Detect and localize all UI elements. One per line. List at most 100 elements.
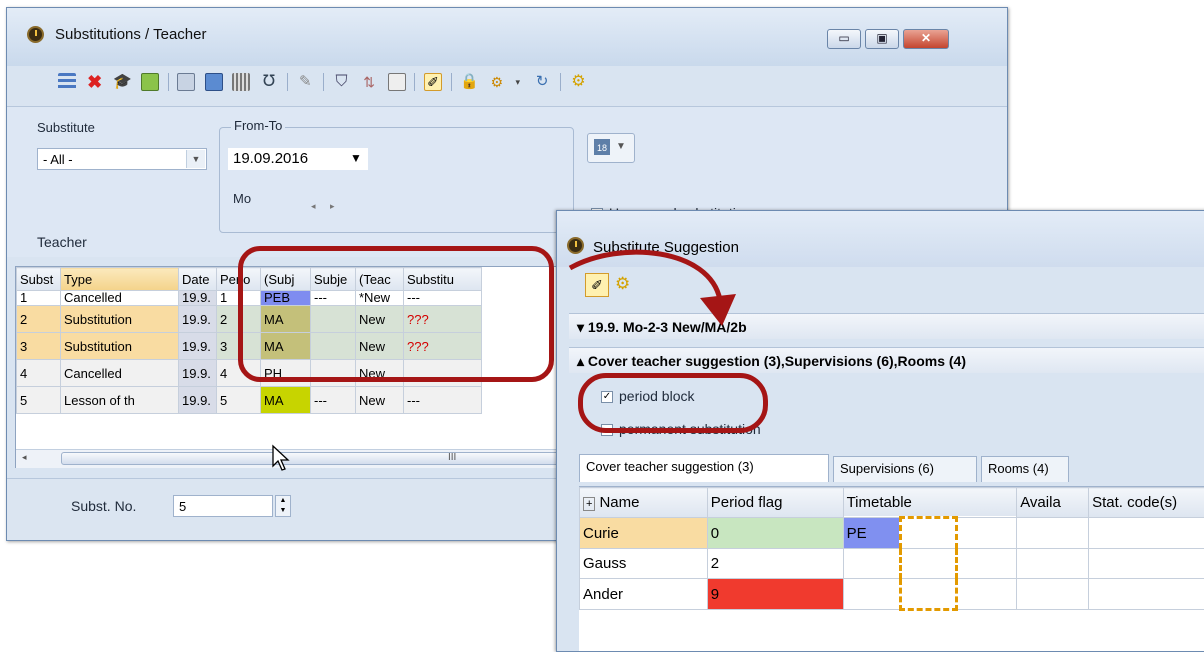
timetable-slot[interactable] [957, 549, 1017, 579]
list-icon[interactable] [58, 73, 76, 91]
scrollbar-thumb[interactable] [61, 452, 561, 465]
subst-cell[interactable]: 4 [17, 360, 61, 387]
tab-cover-teacher[interactable]: Cover teacher suggestion (3) [579, 454, 829, 482]
date-cell[interactable]: 19.9. [179, 387, 217, 414]
table-row[interactable]: Curie 0 PE [580, 518, 1204, 549]
substitute-cell[interactable]: --- [404, 387, 482, 414]
wand-icon[interactable]: ✎ [296, 73, 314, 91]
table-row[interactable]: 5 Lesson of th 19.9. 5 MA --- New --- [17, 387, 482, 414]
subst-cell[interactable]: 1 [17, 291, 61, 306]
subst-no-spinner[interactable]: ▲▼ [275, 495, 291, 517]
chevron-down-icon[interactable]: ▼ [186, 150, 205, 168]
date-cell[interactable]: 19.9. [179, 333, 217, 360]
stat-code-cell[interactable] [1089, 579, 1204, 610]
export-icon[interactable] [141, 73, 159, 91]
calendar-button[interactable]: 18 ▼ [587, 133, 635, 163]
period-flag-cell[interactable]: 2 [707, 549, 843, 579]
subject-cell[interactable]: --- [311, 387, 356, 414]
print-preview-icon[interactable] [177, 73, 195, 91]
column-header[interactable]: Subst [17, 268, 61, 291]
chevron-down-icon[interactable]: ▼ [350, 151, 362, 165]
column-header[interactable]: Period flag [707, 488, 843, 518]
table-row[interactable]: Gauss 2 [580, 549, 1204, 579]
toolbar-separator [323, 73, 324, 91]
name-cell[interactable]: Curie [580, 518, 708, 549]
name-cell[interactable]: Ander [580, 579, 708, 610]
type-cell[interactable]: Cancelled [61, 291, 179, 306]
period-cell[interactable]: 5 [217, 387, 261, 414]
timetable-slot[interactable] [901, 518, 957, 549]
chevron-down-icon[interactable]: ▾ [516, 73, 524, 91]
scroll-left-icon[interactable]: ◂ [22, 452, 27, 463]
sort-icon[interactable]: ⇅ [360, 73, 378, 91]
timetable-cell[interactable] [843, 549, 901, 579]
timetable-cell[interactable] [843, 579, 901, 610]
period-flag-cell[interactable]: 9 [707, 579, 843, 610]
close-button[interactable]: ✕ [903, 29, 949, 49]
horizontal-scrollbar[interactable]: ◂ III [16, 449, 576, 468]
mouse-pointer-icon [271, 444, 293, 472]
availability-cell[interactable] [1017, 549, 1089, 579]
settings-document-icon[interactable]: ⚙ [488, 73, 506, 91]
timetable-cell[interactable]: PE [843, 518, 901, 549]
gear-icon[interactable]: ⚙ [569, 73, 587, 91]
date-cell[interactable]: 19.9. [179, 291, 217, 306]
teacher-old-cell[interactable]: New [356, 387, 404, 414]
lock-icon[interactable]: 🔒 [460, 73, 478, 91]
substitute-suggestion-icon[interactable]: ✐ [424, 73, 442, 91]
timetable-slot[interactable] [957, 579, 1017, 610]
expand-icon[interactable]: + [583, 497, 595, 511]
minimize-button[interactable]: ▭ [827, 29, 861, 49]
stat-code-cell[interactable] [1089, 518, 1204, 549]
toolbar-separator [451, 73, 452, 91]
from-to-group [219, 127, 574, 233]
period-block-highlight-ring [578, 373, 768, 433]
cover-section-header[interactable]: ▴ Cover teacher suggestion (3),Supervisi… [569, 347, 1204, 373]
filter-icon[interactable]: ⛉ [333, 73, 351, 91]
column-header[interactable]: Type [61, 268, 179, 291]
date-cell[interactable]: 19.9. [179, 306, 217, 333]
stethoscope-icon[interactable]: ℧ [260, 73, 278, 91]
from-to-label: From-To [231, 118, 285, 133]
name-cell[interactable]: Gauss [580, 549, 708, 579]
table-row[interactable]: Ander 9 [580, 579, 1204, 610]
date-picker[interactable]: 19.09.2016 ▼ [228, 148, 368, 170]
column-header[interactable]: Availa [1017, 488, 1089, 518]
period-flag-cell[interactable]: 0 [707, 518, 843, 549]
substitute-select[interactable]: - All - ▼ [37, 148, 207, 170]
subst-cell[interactable]: 5 [17, 387, 61, 414]
type-cell[interactable]: Substitution [61, 333, 179, 360]
delete-icon[interactable]: ✖ [86, 73, 104, 91]
timetable-slot[interactable] [901, 549, 957, 579]
timetable-slot[interactable] [957, 518, 1017, 549]
maximize-button[interactable]: ▣ [865, 29, 899, 49]
graduation-cap-icon[interactable]: 🎓 [113, 73, 131, 91]
date-cell[interactable]: 19.9. [179, 360, 217, 387]
column-header[interactable]: Date [179, 268, 217, 291]
type-cell[interactable]: Lesson of th [61, 387, 179, 414]
toolbar-separator [414, 73, 415, 91]
column-header[interactable]: + Name [580, 488, 708, 518]
calculator-icon[interactable] [232, 73, 250, 91]
tab-rooms[interactable]: Rooms (4) [981, 456, 1069, 482]
table-header-row: + Name Period flag Timetable Availa Stat.… [580, 488, 1204, 518]
refresh-icon[interactable]: ↻ [533, 73, 551, 91]
column-header[interactable]: Timetable [843, 488, 1017, 518]
type-cell[interactable]: Substitution [61, 306, 179, 333]
subst-no-input[interactable]: 5 [173, 495, 273, 517]
subject-old-cell[interactable]: MA [261, 387, 311, 414]
availability-cell[interactable] [1017, 579, 1089, 610]
table-format-icon[interactable] [388, 73, 406, 91]
name-header: Name [599, 494, 639, 511]
subst-cell[interactable]: 3 [17, 333, 61, 360]
timetable-slot[interactable] [901, 579, 957, 610]
stat-code-cell[interactable] [1089, 549, 1204, 579]
subst-cell[interactable]: 2 [17, 306, 61, 333]
type-cell[interactable]: Cancelled [61, 360, 179, 387]
tab-supervisions[interactable]: Supervisions (6) [833, 456, 977, 482]
day-nav-arrows[interactable]: ◂ ▸ [311, 201, 371, 219]
column-header[interactable]: Stat. code(s) [1089, 488, 1204, 518]
availability-cell[interactable] [1017, 518, 1089, 549]
import-icon[interactable] [205, 73, 223, 91]
calendar-icon: 18 [594, 139, 610, 155]
